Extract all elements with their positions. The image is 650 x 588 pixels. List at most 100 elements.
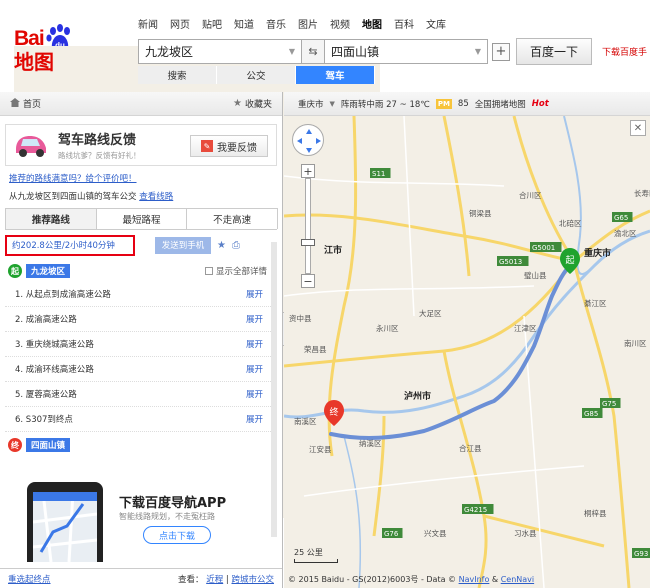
nav-item[interactable]: 百科 — [394, 16, 414, 31]
dropdown-caret-icon[interactable]: ▼ — [330, 100, 335, 108]
expand-link[interactable]: 展开 — [246, 363, 263, 375]
place-label: 江津区 — [514, 324, 537, 333]
route-search-row: 九龙坡区 ▼ ⇆ 四面山镇 ▼ + 百度一下 — [138, 38, 592, 65]
route-tab[interactable]: 不走高速 — [186, 208, 279, 229]
place-label: 合江县 — [459, 443, 482, 453]
traffic-map-link[interactable]: 全国拥堵地图 — [475, 98, 526, 110]
search-button[interactable]: 百度一下 — [516, 38, 592, 65]
dropdown-caret-icon[interactable]: ▼ — [289, 47, 295, 56]
route-step[interactable]: 1. 从起点到成渝高速公路 展开 — [5, 282, 277, 307]
copyright-text: © 2015 Baidu - GS(2012)6003号 - Data © — [288, 575, 457, 584]
city-selector[interactable]: 重庆市 — [298, 98, 324, 110]
ad-download-button[interactable]: 点击下载 — [143, 526, 211, 544]
route-step[interactable]: 4. 成渝环线高速公路 展开 — [5, 357, 277, 382]
start-name-tag[interactable]: 九龙坡区 — [26, 264, 71, 278]
nearby-link[interactable]: 近程 — [206, 575, 223, 585]
dropdown-caret-icon[interactable]: ▼ — [475, 47, 481, 56]
swap-arrows-icon[interactable]: ⇆ — [302, 39, 324, 64]
route-tab[interactable]: 推荐路线 — [5, 208, 97, 229]
nav-item[interactable]: 视频 — [330, 16, 350, 31]
place-label: 资中县 — [289, 313, 312, 323]
zoom-slider[interactable] — [301, 178, 315, 274]
expand-link[interactable]: 展开 — [246, 413, 263, 425]
place-label: 纳溪区 — [359, 438, 382, 448]
navinfo-link[interactable]: NavInfo — [459, 575, 490, 584]
expand-link[interactable]: 展开 — [246, 388, 263, 400]
rating-link[interactable]: 推荐的路线满意吗？给个评价吧！ — [9, 172, 282, 184]
reselect-link[interactable]: 重选起终点 — [8, 573, 51, 585]
place-label: 永川区 — [376, 323, 399, 333]
route-step[interactable]: 2. 成渝高速公路 展开 — [5, 307, 277, 332]
home-link[interactable]: 首页 — [10, 97, 41, 110]
print-icon[interactable]: ⎙ — [232, 240, 240, 251]
place-label: 綦江区 — [584, 298, 607, 308]
hot-badge: Hot — [531, 98, 549, 109]
to-input[interactable]: 四面山镇 ▼ — [324, 39, 488, 64]
route-tab[interactable]: 最短路程 — [95, 208, 188, 229]
nav-item[interactable]: 图片 — [298, 16, 318, 31]
nav-item[interactable]: 新闻 — [138, 16, 158, 31]
from-input[interactable]: 九龙坡区 ▼ — [138, 39, 302, 64]
feedback-button[interactable]: ✎ 我要反馈 — [190, 135, 268, 157]
nav-item[interactable]: 知道 — [234, 16, 254, 31]
route-summary: 约202.8公里/2小时40分钟 发送到手机 ★ ⎙ — [5, 234, 277, 256]
route-step[interactable]: 3. 重庆绕城高速公路 展开 — [5, 332, 277, 357]
zoom-slider-thumb[interactable] — [301, 239, 315, 246]
close-icon[interactable]: ✕ — [630, 120, 646, 136]
place-label: 江市 — [324, 244, 342, 256]
ad-subtitle: 智能线路规划，不走冤枉路 — [119, 512, 215, 521]
add-waypoint-button[interactable]: + — [492, 42, 510, 61]
left-scrollbar[interactable] — [271, 242, 277, 537]
route-step-text: 3. 重庆绕城高速公路 — [15, 340, 94, 350]
expand-link[interactable]: 展开 — [246, 288, 263, 300]
cennavi-link[interactable]: CenNavi — [501, 575, 534, 584]
favorites-label: 收藏夹 — [244, 100, 272, 110]
nav-item[interactable]: 文库 — [426, 16, 446, 31]
left-topbar: 首页 ★ 收藏夹 — [0, 92, 282, 116]
mode-tab[interactable]: 公交 — [217, 66, 296, 84]
road-label: G93 — [634, 550, 648, 558]
pm-value: 85 — [457, 98, 469, 109]
zoom-out-button[interactable]: − — [301, 274, 315, 288]
download-app-link[interactable]: 下载百度手 — [602, 45, 647, 58]
cross-city-bus-link[interactable]: 跨城市公交 — [231, 575, 274, 585]
show-all-details-checkbox[interactable]: 显示全部详情 — [204, 265, 267, 277]
mode-tabs: 搜索 公交 驾车 — [138, 66, 375, 84]
baidu-map-logo[interactable]: Bai du 地图 — [14, 22, 380, 518]
pan-control-icon[interactable] — [292, 124, 324, 156]
bus-line-label: 从九龙坡区到四面山镇的驾车公交 — [9, 192, 137, 202]
nav-item[interactable]: 地图 — [362, 16, 382, 31]
mode-tab[interactable]: 搜索 — [138, 66, 217, 84]
header: Bai du 地图 新闻网页贴吧知道音乐图片视频地图百科文库 九龙坡区 ▼ ⇆ … — [0, 0, 650, 518]
nav-item[interactable]: 贴吧 — [202, 16, 222, 31]
road-label: G85 — [584, 410, 598, 418]
road-label: S11 — [372, 170, 385, 178]
route-tabs: 推荐路线 最短路程 不走高速 — [5, 208, 279, 230]
place-label: 渝北区 — [614, 228, 637, 238]
view-bus-line-link[interactable]: 查看线路 — [139, 192, 173, 202]
expand-link[interactable]: 展开 — [246, 313, 263, 325]
nav-item[interactable]: 音乐 — [266, 16, 286, 31]
place-label: 长寿区 — [634, 188, 650, 198]
expand-link[interactable]: 展开 — [246, 338, 263, 350]
nav-item[interactable]: 网页 — [170, 16, 190, 31]
end-name-tag[interactable]: 四面山镇 — [26, 438, 71, 452]
map-canvas[interactable]: 江市 重庆市 泸州市 大足区 铜梁县 合川区 北碚区 璧山县 永川区 荣昌县 江津区 綦江区 南溪区 江安… — [284, 116, 650, 588]
place-label: 江安县 — [309, 444, 332, 454]
zoom-control: + − — [301, 164, 315, 288]
nav-app-ad: 下载百度导航APP 智能线路规划，不走冤枉路 点击下载 — [5, 480, 267, 562]
favorites-link[interactable]: ★ 收藏夹 — [233, 97, 272, 110]
route-step[interactable]: 6. S307到终点 展开 — [5, 407, 277, 432]
star-icon[interactable]: ★ — [217, 240, 226, 251]
road-label: G5001 — [532, 244, 555, 252]
car-icon — [12, 131, 50, 159]
start-row: 起 九龙坡区 显示全部详情 — [8, 264, 277, 278]
send-to-phone-button[interactable]: 发送到手机 — [155, 236, 211, 254]
place-label: 璧山县 — [524, 270, 547, 280]
zoom-in-button[interactable]: + — [301, 164, 315, 178]
mode-tab[interactable]: 驾车 — [296, 66, 375, 84]
route-step[interactable]: 5. 厦蓉高速公路 展开 — [5, 382, 277, 407]
map-svg: 江市 重庆市泸州市 大足区 铜梁县 合川区北碚区璧山县永川区荣昌县 江津区 綦江区南溪区江安… — [284, 116, 650, 588]
place-label: 南川区 — [624, 338, 647, 348]
view-label: 查看： — [177, 574, 204, 585]
